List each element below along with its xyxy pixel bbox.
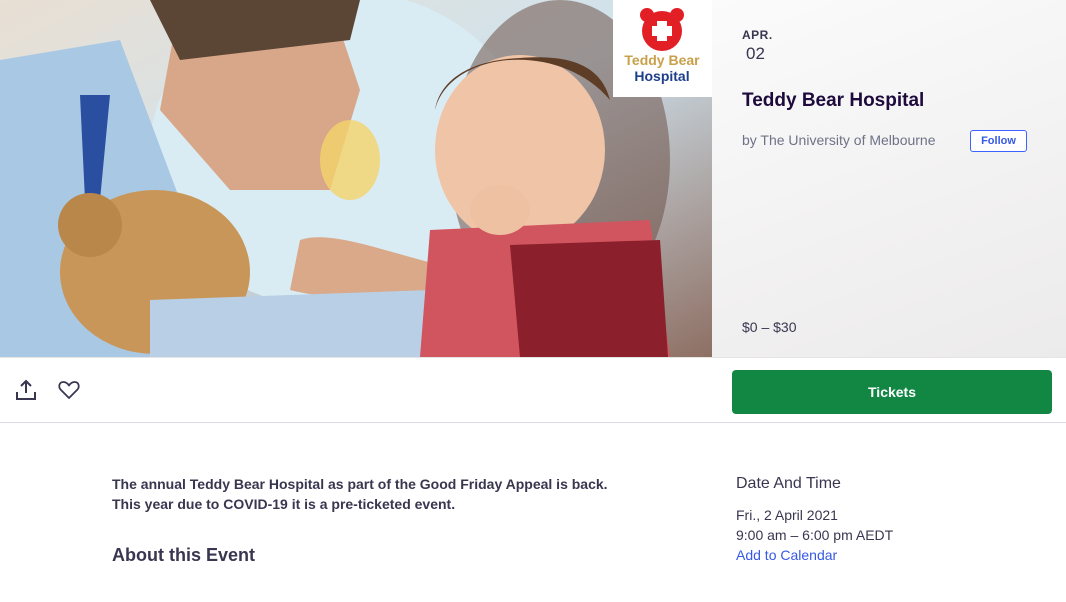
share-icon [16,379,36,400]
about-heading: About this Event [112,545,255,565]
heart-icon [58,381,80,399]
add-to-calendar-link[interactable]: Add to Calendar [736,547,837,563]
like-button[interactable] [57,378,81,402]
logo-text-teddy-bear: Teddy Bear [624,52,700,68]
event-time: 9:00 am – 6:00 pm AEDT [736,527,894,543]
tickets-button[interactable]: Tickets [732,370,1052,414]
event-day: 02 [746,44,765,63]
organizer-name[interactable]: by The University of Melbourne [742,132,936,148]
event-hero: Teddy Bear Hospital APR. 02 Teddy Bear H… [0,0,1066,357]
event-month: APR. [742,28,773,42]
event-summary-panel: APR. 02 Teddy Bear Hospital by The Unive… [712,0,1066,357]
bear-logo-icon: Teddy Bear Hospital [624,8,700,84]
event-title: Teddy Bear Hospital [742,90,925,111]
event-photo [0,0,712,357]
event-photo-illustration [0,0,712,357]
follow-button[interactable]: Follow [970,130,1027,152]
price-range: $0 – $30 [742,319,797,335]
event-action-bar: Tickets [0,357,1066,423]
share-button[interactable] [14,378,38,402]
event-date: Fri., 2 April 2021 [736,507,838,523]
date-time-heading: Date And Time [736,475,841,492]
logo-text-hospital: Hospital [634,68,689,84]
event-description: The annual Teddy Bear Hospital as part o… [112,476,608,512]
teddy-bear-hospital-logo: Teddy Bear Hospital [613,0,712,97]
